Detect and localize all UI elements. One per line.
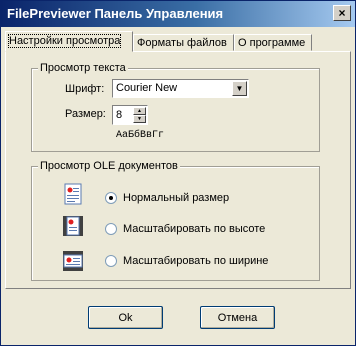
ok-button[interactable]: Ok	[88, 306, 163, 329]
spin-buttons: ▲ ▼	[133, 107, 146, 123]
ole-preview-group-label: Просмотр OLE документов	[38, 160, 180, 172]
tab-view-settings[interactable]: Настройки просмотра	[5, 31, 133, 52]
font-select-value: Courier New	[116, 82, 178, 94]
fit-width-icon	[63, 251, 83, 271]
option-fit-height-label: Масштабировать по высоте	[123, 223, 266, 235]
text-preview-group-label: Просмотр текста	[38, 62, 128, 74]
control-panel-window: FilePreviewer Панель Управления × Настро…	[0, 0, 356, 346]
size-label: Размер:	[65, 108, 106, 120]
title-bar[interactable]: FilePreviewer Панель Управления ×	[1, 1, 355, 27]
radio-fit-width[interactable]	[105, 255, 117, 267]
chevron-down-icon[interactable]: ▼	[232, 81, 247, 96]
spin-up-icon[interactable]: ▲	[133, 107, 146, 115]
normal-size-icon	[64, 183, 82, 205]
radio-normal-size[interactable]	[105, 192, 117, 204]
font-label: Шрифт:	[65, 83, 105, 95]
option-fit-width-label: Масштабировать по ширине	[123, 255, 269, 267]
option-normal-size-label: Нормальный размер	[123, 192, 230, 204]
font-sample-text: АаБбВвГг	[116, 130, 165, 141]
tab-file-formats[interactable]: Форматы файлов	[133, 34, 234, 51]
close-button[interactable]: ×	[333, 5, 351, 21]
tab-about[interactable]: О программе	[234, 34, 312, 51]
fit-height-icon	[63, 216, 83, 236]
cancel-button[interactable]: Отмена	[200, 306, 275, 329]
font-select[interactable]: Courier New ▼	[112, 79, 249, 98]
window-title: FilePreviewer Панель Управления	[7, 6, 224, 21]
size-spinner[interactable]: 8 ▲ ▼	[112, 105, 148, 125]
radio-fit-height[interactable]	[105, 223, 117, 235]
size-value: 8	[116, 109, 123, 121]
close-icon: ×	[338, 6, 346, 20]
spin-down-icon[interactable]: ▼	[133, 115, 146, 123]
